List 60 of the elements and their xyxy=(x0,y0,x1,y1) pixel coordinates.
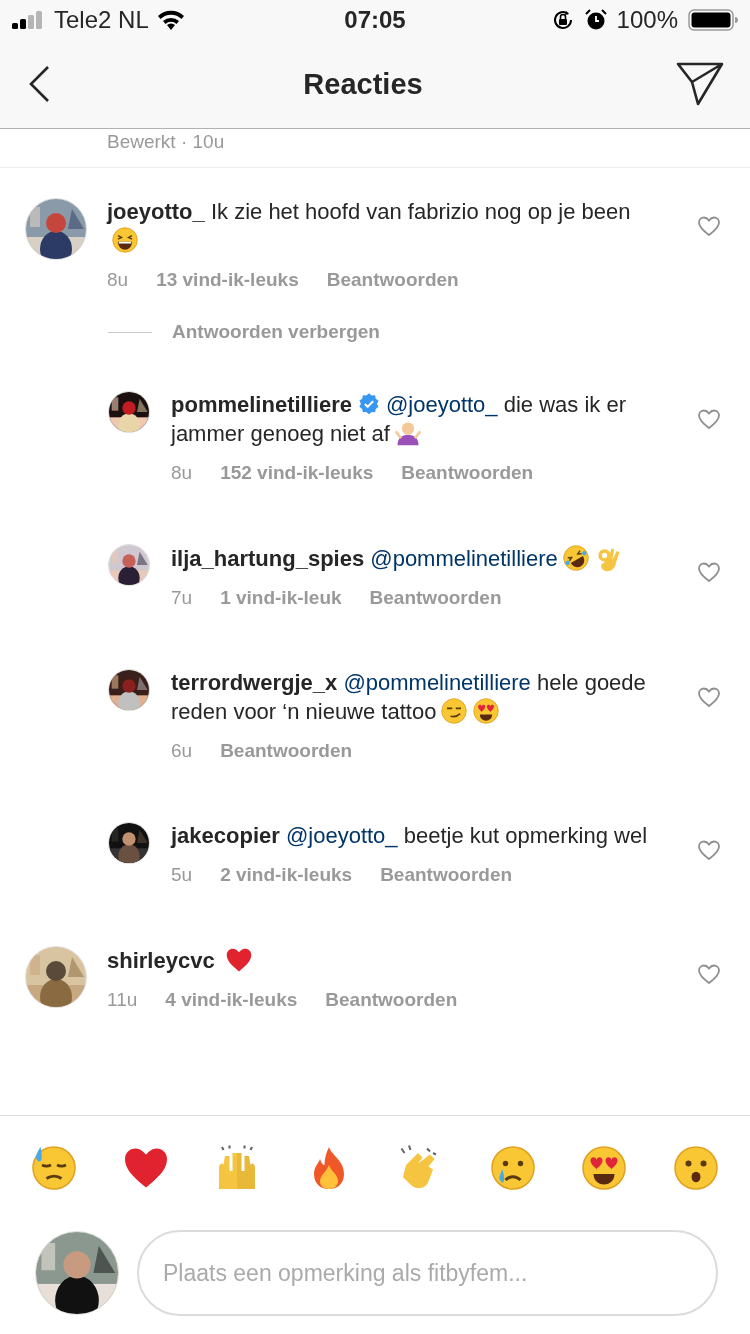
comment-time: 11u xyxy=(107,989,138,1011)
laughing-tears-face-icon xyxy=(561,544,590,572)
comment-time: 7u xyxy=(171,587,193,609)
reply-button[interactable]: Beantwoorden xyxy=(326,269,459,291)
reply-button[interactable]: Beantwoorden xyxy=(380,864,513,886)
comment-time: 8u xyxy=(171,462,193,484)
comment-time: 6u xyxy=(171,740,193,762)
mention-link[interactable]: @joeyotto_ xyxy=(385,392,498,417)
like-button[interactable] xyxy=(696,838,722,862)
username-link[interactable]: ilja_hartung_spies xyxy=(171,546,365,571)
heart-eyes-face-icon xyxy=(472,697,501,725)
share-button[interactable] xyxy=(676,62,724,106)
paper-plane-icon xyxy=(676,62,724,106)
smirking-face-icon xyxy=(440,697,469,725)
username-link[interactable]: terrordwergje_x xyxy=(171,670,338,695)
comment-text: jakecopier @joeyotto_ beetje kut opmerking wel xyxy=(171,822,649,850)
username-link[interactable]: pommelinetilliere xyxy=(171,392,352,417)
laughing-face-icon xyxy=(111,226,139,254)
like-button[interactable] xyxy=(696,685,722,709)
comment-input[interactable]: Plaats een opmerking als fitbyfem... xyxy=(137,1230,718,1316)
like-button[interactable] xyxy=(696,962,722,986)
comment-time: 5u xyxy=(171,864,193,886)
reply-button[interactable]: Beantwoorden xyxy=(401,462,534,484)
back-button[interactable] xyxy=(28,65,50,103)
heart-icon xyxy=(224,946,253,974)
username-link[interactable]: joeyotto_ xyxy=(107,199,205,224)
mention-link[interactable]: @joeyotto_ xyxy=(285,823,398,848)
edited-meta: Bewerkt · 10u xyxy=(107,131,225,153)
surprised-face-icon xyxy=(671,1144,720,1192)
page-title: Reacties xyxy=(303,67,423,101)
comment-text: terrordwergje_x @pommelinetilliere hele goede reden voor ‘n nieuwe tattoo xyxy=(171,669,647,726)
username-link[interactable]: jakecopier xyxy=(171,823,280,848)
reply-button[interactable]: Beantwoorden xyxy=(325,989,458,1011)
chevron-left-icon xyxy=(28,65,50,103)
reply-button[interactable]: Beantwoorden xyxy=(369,587,502,609)
likes-count[interactable]: 1 vind-ik-leuk xyxy=(220,587,342,609)
like-button[interactable] xyxy=(696,214,722,238)
likes-count[interactable]: 2 vind-ik-leuks xyxy=(220,864,353,886)
likes-count[interactable]: 4 vind-ik-leuks xyxy=(165,989,298,1011)
battery-icon xyxy=(688,9,738,31)
battery-percentage: 100% xyxy=(616,6,678,34)
crying-face-icon xyxy=(488,1144,537,1192)
like-button[interactable] xyxy=(696,407,722,431)
sweating-face-icon xyxy=(30,1144,78,1192)
like-button[interactable] xyxy=(696,560,722,584)
comment-text: joeyotto_ Ik zie het hoofd van fabrizio nog op je been xyxy=(107,198,662,255)
alarm-icon xyxy=(584,9,607,31)
heart-eyes-face-icon xyxy=(580,1144,629,1192)
mention-link[interactable]: @pommelinetilliere xyxy=(343,670,531,695)
carrier-name: Tele2 NL xyxy=(54,6,149,34)
username-link[interactable]: shirleycvc xyxy=(107,948,215,973)
wifi-icon xyxy=(156,10,185,30)
mention-link[interactable]: @pommelinetilliere xyxy=(370,546,558,571)
hide-replies-button[interactable]: Antwoorden verbergen xyxy=(172,321,380,343)
reply-button[interactable]: Beantwoorden xyxy=(220,740,353,762)
likes-count[interactable]: 152 vind-ik-leuks xyxy=(220,462,374,484)
comment-text: pommelinetilliere @joeyotto_ die was ik er jammer genoeg niet af xyxy=(171,391,627,448)
likes-count[interactable]: 13 vind-ik-leuks xyxy=(156,269,299,291)
comment-time: 8u xyxy=(107,269,129,291)
status-time: 07:05 xyxy=(344,6,406,34)
